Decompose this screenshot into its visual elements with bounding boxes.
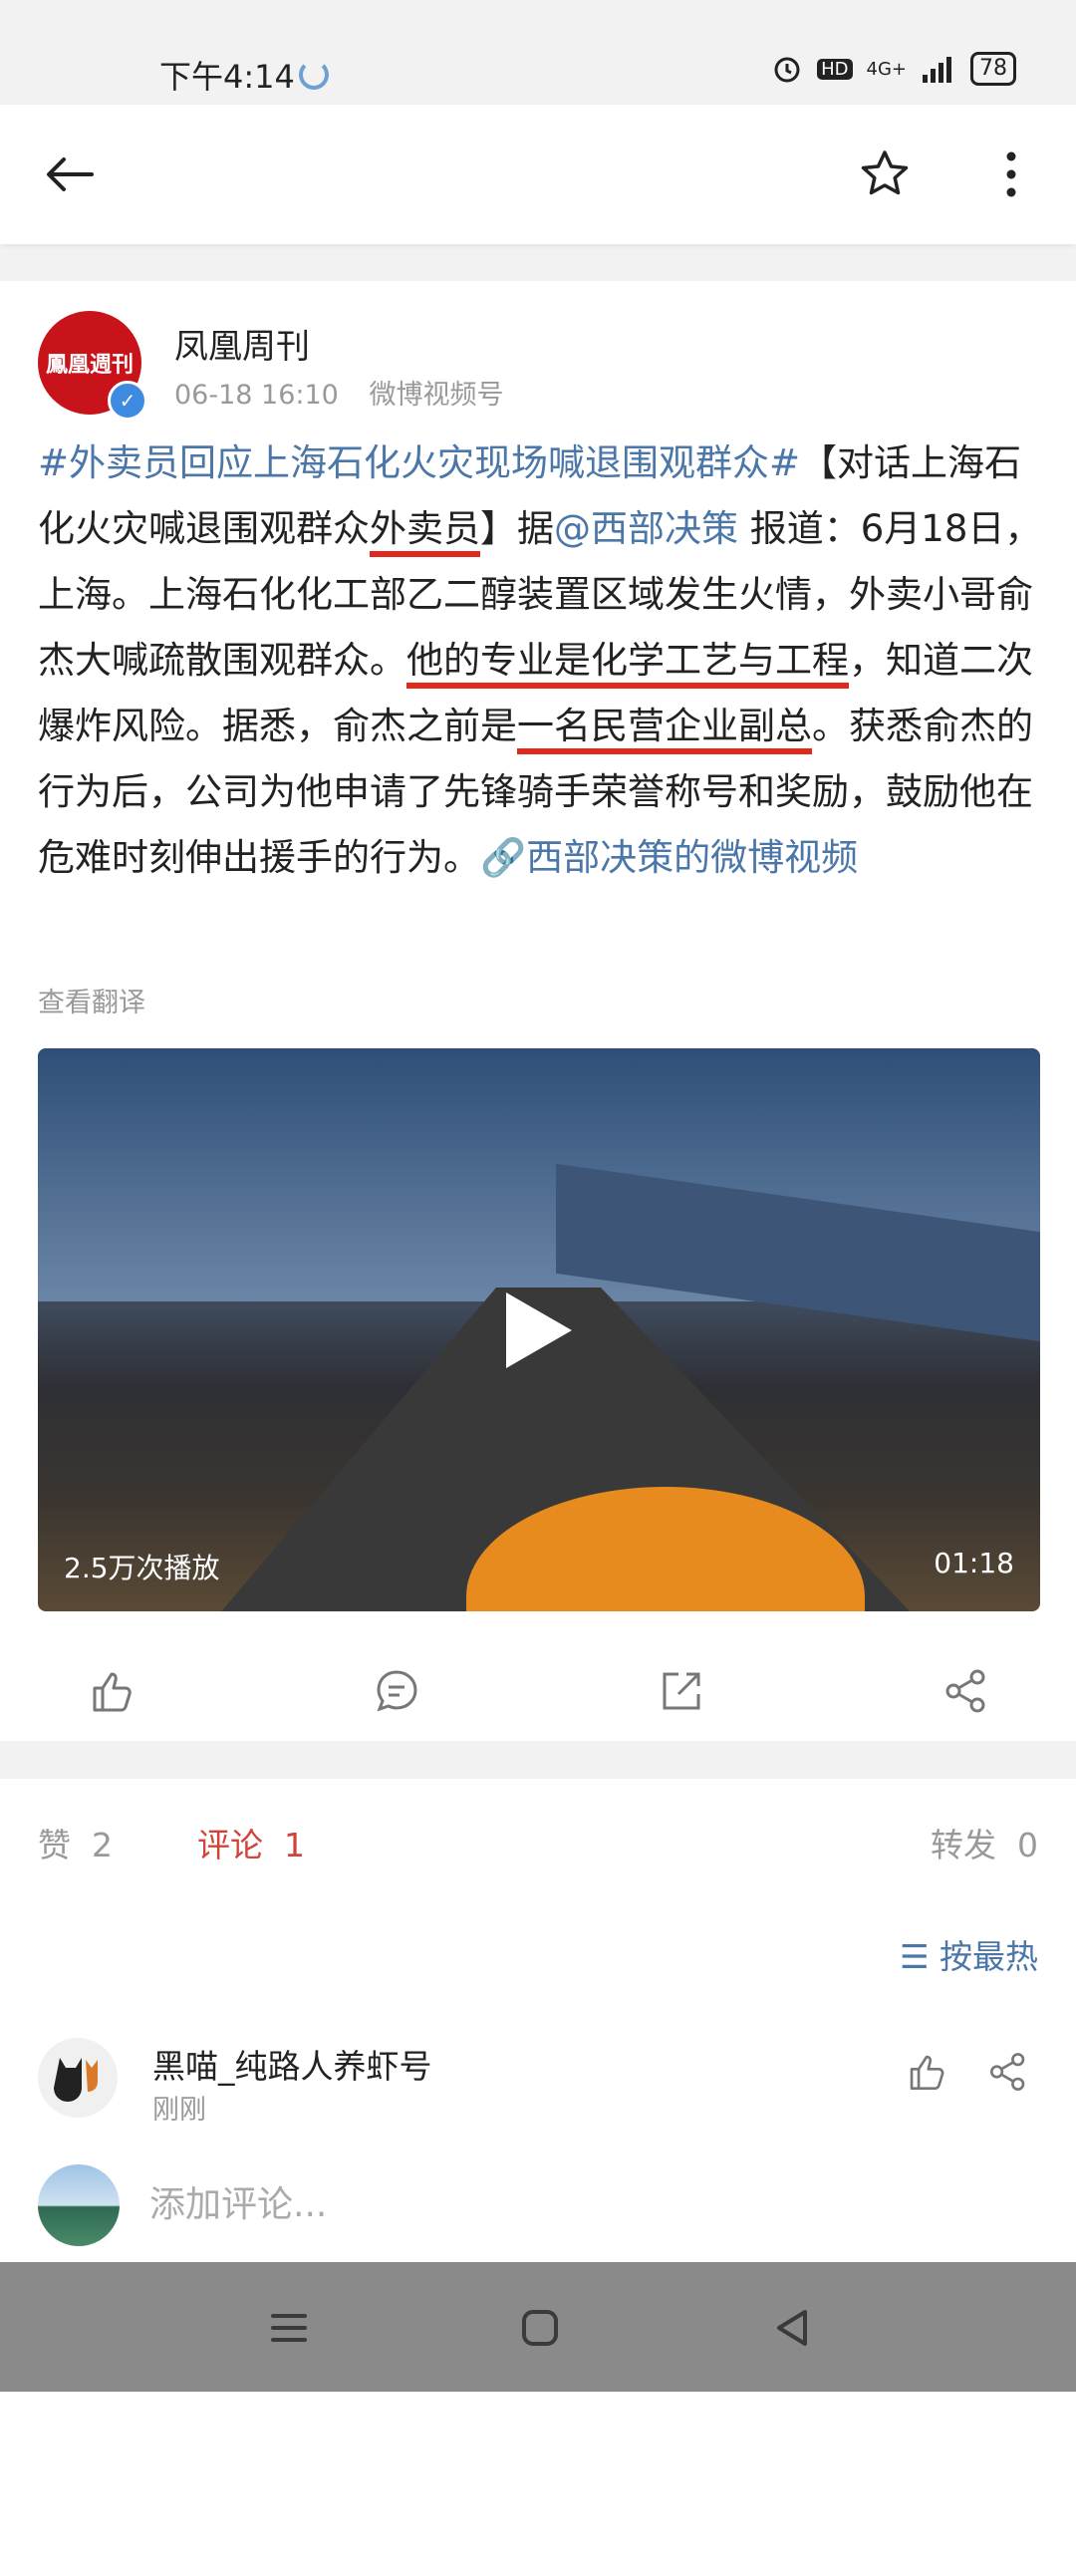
translate-link[interactable]: 查看翻译 (38, 981, 145, 1019)
battery-icon: 78 (970, 52, 1016, 86)
nav-back-button[interactable] (769, 2304, 817, 2352)
highlighted-text: 外卖员 (370, 507, 480, 550)
more-button[interactable] (991, 144, 1031, 204)
home-icon (522, 2310, 558, 2346)
post-actions (0, 1656, 1076, 1726)
post-meta: 06-18 16:10 微博视频号 (174, 373, 525, 412)
star-icon (861, 150, 909, 195)
play-icon[interactable] (506, 1292, 572, 1368)
thumbs-up-icon (910, 2055, 944, 2091)
author-name[interactable]: 凤凰周刊 (174, 319, 310, 368)
commenter-name[interactable]: 黑喵_纯路人养虾号 (152, 2040, 432, 2088)
play-count: 2.5万次播放 (64, 1552, 220, 1584)
link-icon: 🔗 (480, 836, 527, 879)
alarm-icon (774, 57, 800, 83)
sort-icon: ☰ (899, 1937, 940, 1976)
back-button[interactable] (40, 144, 100, 204)
repost-button[interactable] (657, 1666, 706, 1716)
avatar-logo-text: 鳳凰週刊 (45, 353, 134, 378)
more-vertical-icon (1006, 151, 1016, 197)
top-nav-bar (0, 105, 1076, 244)
sort-button[interactable]: ☰ 按最热 (900, 1930, 1038, 1978)
post-text-segment: 】据 (480, 507, 554, 550)
video-player[interactable]: 2.5万次播放 01:18 (38, 1048, 1040, 1611)
comment-input[interactable]: 添加评论... (149, 2175, 327, 2227)
share-icon (989, 2053, 1025, 2091)
cat-fox-icon (54, 2058, 98, 2102)
topic-link[interactable]: #外卖员回应上海石化火灾现场喊退围观群众# (38, 441, 800, 484)
comment-like-button[interactable] (905, 2050, 948, 2094)
my-avatar (38, 2164, 120, 2246)
video-link[interactable]: 🔗西部决策的微博视频 (480, 836, 858, 879)
status-bar: 下午4:14 HD 4G+ 78 (0, 0, 1076, 100)
status-time: 下午4:14 (159, 58, 295, 96)
tab-reposts[interactable]: 转发 0 (931, 1819, 1038, 1866)
share-icon (945, 1669, 985, 1713)
comments-count: 1 (283, 1826, 305, 1864)
post-body: #外卖员回应上海石化火灾现场喊退围观群众#【对话上海石化火灾喊退围观群众外卖员】… (38, 430, 1044, 891)
favorite-button[interactable] (855, 144, 915, 204)
network-label: 4G+ (866, 58, 907, 80)
tab-likes[interactable]: 赞 2 (38, 1819, 113, 1866)
comment-icon (377, 1670, 417, 1712)
back-triangle-icon (777, 2310, 807, 2346)
comment-time: 刚刚 (152, 2095, 206, 2126)
tab-comments[interactable]: 评论 1 (197, 1819, 305, 1866)
comments-label: 评论 (197, 1826, 263, 1864)
verified-badge-icon: ✓ (108, 381, 147, 421)
video-link-label: 西部决策的微博视频 (526, 836, 859, 879)
sort-label: 按最热 (940, 1937, 1038, 1976)
thumbs-up-icon (93, 1672, 132, 1712)
comment-button[interactable] (372, 1666, 421, 1716)
mention-link[interactable]: @西部决策 (554, 507, 738, 550)
post-source: 微博视频号 (369, 380, 504, 411)
signal-icon (923, 57, 951, 83)
post-timestamp: 06-18 16:10 (174, 380, 339, 411)
hd-badge: HD (817, 58, 853, 80)
like-button[interactable] (87, 1666, 136, 1716)
likes-count: 2 (91, 1826, 113, 1864)
arrow-left-icon (47, 157, 94, 191)
system-nav-bar (0, 2262, 1076, 2392)
share-button[interactable] (942, 1666, 991, 1716)
shares-label: 转发 (931, 1826, 997, 1864)
engagement-section: 赞 2 评论 1 转发 0 ☰ 按最热 黑喵_纯路人养虾号 刚刚 添加评论... (0, 1779, 1076, 2576)
post-card: 鳳凰週刊 ✓ 凤凰周刊 06-18 16:10 微博视频号 #外卖员回应上海石化… (0, 281, 1076, 1741)
highlighted-text: 他的专业是化学工艺与工程 (406, 639, 849, 682)
shares-count: 0 (1017, 1826, 1038, 1864)
repost-icon (663, 1672, 700, 1710)
menu-button[interactable] (265, 2304, 313, 2352)
home-button[interactable] (516, 2304, 564, 2352)
menu-icon (271, 2314, 307, 2342)
comment-share-button[interactable] (986, 2050, 1030, 2094)
highlighted-text: 一名民营企业副总 (517, 705, 812, 747)
sync-icon (299, 60, 329, 90)
likes-label: 赞 (38, 1826, 71, 1864)
video-duration: 01:18 (934, 1547, 1014, 1579)
commenter-avatar[interactable] (38, 2038, 118, 2118)
status-icons: HD 4G+ 78 (771, 52, 1016, 86)
